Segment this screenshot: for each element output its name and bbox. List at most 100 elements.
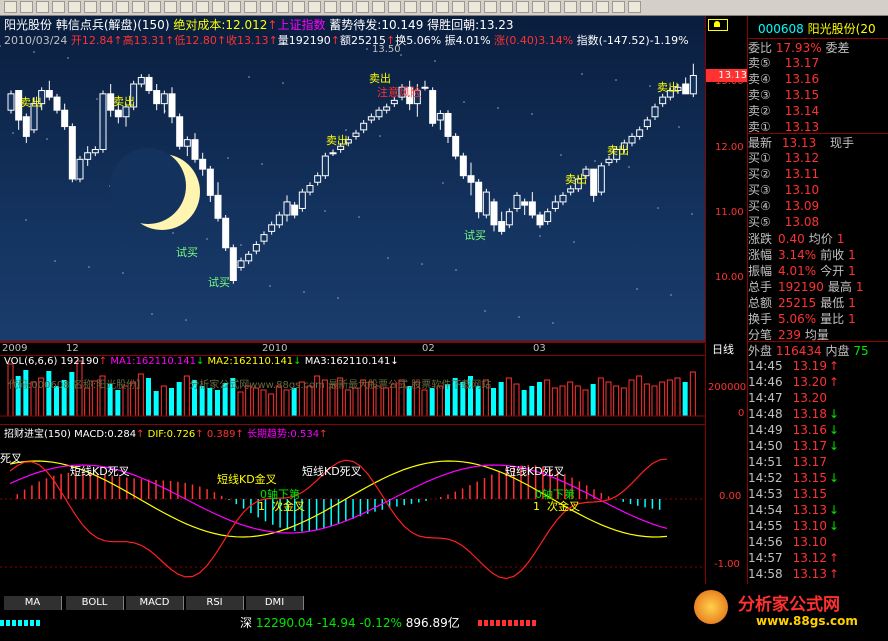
quote-title: 000608 阳光股份(20: [748, 20, 888, 36]
header-line-1: 阳光股份 韩信点兵(解盘)(150) 绝对成本:12.012↑上证指数 蓄势待发…: [4, 16, 514, 33]
toolbar-tool-icon[interactable]: [212, 1, 225, 13]
stat-label-2: 均价: [808, 232, 833, 246]
toolbar-tool-icon[interactable]: [580, 1, 593, 13]
candle-body: [467, 175, 475, 183]
toolbar-tool-icon[interactable]: [516, 1, 529, 13]
toolbar-tool-icon[interactable]: [292, 1, 305, 13]
toolbar-tool-icon[interactable]: [628, 1, 641, 13]
day-line-button[interactable]: 日线: [712, 341, 734, 357]
tick-row: 14:53 13.15: [748, 487, 888, 503]
toolbar-tool-icon[interactable]: [532, 1, 545, 13]
tick-row: 14:58 13.13 ↑: [748, 567, 888, 583]
tick-arrow: ↓: [828, 439, 840, 453]
volume-panel[interactable]: VOL(6,6,6) 192190↑ MA1:162110.141↓ MA2:1…: [0, 355, 705, 424]
toolbar-tool-icon[interactable]: [596, 1, 609, 13]
toolbar-tool-icon[interactable]: [260, 1, 273, 13]
tab-macd[interactable]: MACD: [126, 596, 184, 610]
tab-ma[interactable]: MA: [4, 596, 62, 610]
tick-time: 14:48: [748, 407, 783, 421]
market-label: 深: [240, 616, 253, 630]
toolbar-tool-icon[interactable]: [36, 1, 49, 13]
toolbar-tool-icon[interactable]: [180, 1, 193, 13]
toolbar-tool-icon[interactable]: [468, 1, 481, 13]
candle-body: [61, 109, 69, 128]
toolbar-tool-icon[interactable]: [196, 1, 209, 13]
star-icon: [269, 285, 271, 287]
volume-bar: [613, 385, 620, 417]
toolbar-tool-icon[interactable]: [404, 1, 417, 13]
toolbar-tool-icon[interactable]: [340, 1, 353, 13]
turnover-value: 换5.06%: [395, 34, 442, 47]
tick-price: 13.15: [792, 487, 827, 501]
toolbar-tool-icon[interactable]: [228, 1, 241, 13]
dea-value-arrow: ↑: [235, 429, 244, 440]
toolbar-tool-icon[interactable]: [388, 1, 401, 13]
tick-price: 13.12: [792, 551, 827, 565]
buy-price: 13.11: [784, 167, 820, 181]
wei-bi-row: 委比 17.93% 委差: [748, 38, 888, 55]
buy-label: 买④: [748, 199, 771, 213]
toolbar-tool-icon[interactable]: [276, 1, 289, 13]
toolbar-tool-icon[interactable]: [52, 1, 65, 13]
candle-body: [360, 122, 368, 131]
tick-time: 14:51: [748, 455, 783, 469]
kline-chart[interactable]: 卖出 卖出 卖出 卖出 卖出 卖出 卖出 试买 试买 试买 注意风险 阳光股份 韩信点兵(解盘)(1…: [0, 16, 705, 342]
sell-row: 卖④ 13.16: [748, 70, 888, 86]
toolbar-tool-icon[interactable]: [436, 1, 449, 13]
toolbar-tool-icon[interactable]: [132, 1, 145, 13]
toolbar-tool-icon[interactable]: [100, 1, 113, 13]
toolbar-tool-icon[interactable]: [372, 1, 385, 13]
toolbar-tool-icon[interactable]: [164, 1, 177, 13]
toolbar-tool-icon[interactable]: [452, 1, 465, 13]
stock-name[interactable]: 阳光股份: [4, 18, 52, 32]
star-icon: [518, 316, 520, 318]
toolbar-tool-icon[interactable]: [4, 1, 17, 13]
tick-price: 13.13: [792, 503, 827, 517]
toolbar-tool-icon[interactable]: [356, 1, 369, 13]
tab-boll[interactable]: BOLL: [66, 596, 124, 610]
stat-label-2: 最高: [827, 280, 852, 294]
candle-body: [482, 191, 490, 216]
candle-body: [597, 165, 605, 193]
tab-rsi[interactable]: RSI: [186, 596, 244, 610]
candle-body: [444, 112, 452, 137]
toolbar-tool-icon[interactable]: [68, 1, 81, 13]
toolbar-tool-icon[interactable]: [484, 1, 497, 13]
tick-time: 14:50: [748, 439, 783, 453]
toolbar-tool-icon[interactable]: [500, 1, 513, 13]
toolbar-tool-icon[interactable]: [564, 1, 577, 13]
star-icon: [12, 132, 14, 134]
toolbar-tool-icon[interactable]: [308, 1, 321, 13]
toolbar-tool-icon[interactable]: [420, 1, 433, 13]
kline-canvas[interactable]: 卖出 卖出卖出卖出卖出卖出卖出试买试买试买注意风险: [0, 16, 705, 342]
toolbar-tool-icon[interactable]: [84, 1, 97, 13]
tab-dmi[interactable]: DMI: [246, 596, 304, 610]
candle-body: [567, 188, 575, 193]
axis-bell-icon[interactable]: [708, 19, 728, 31]
sell-signal-label: 卖出: [607, 143, 629, 157]
buy-row: 买⑤ 13.08: [748, 213, 888, 229]
star-icon: [379, 135, 381, 137]
toolbar-tool-icon[interactable]: [148, 1, 161, 13]
candle-body: [153, 90, 161, 105]
watermark-name: 名称:阳光股份】: [72, 380, 147, 391]
macd-canvas: [0, 458, 705, 580]
candle-body: [329, 152, 337, 155]
candle-body: [643, 119, 651, 128]
volume-bar: [597, 377, 604, 417]
star-icon: [531, 113, 533, 115]
toolbar-tool-icon[interactable]: [612, 1, 625, 13]
candle-body: [268, 224, 276, 232]
macd-label-golden: 短线KD金叉: [217, 473, 277, 486]
toolbar-tool-icon[interactable]: [20, 1, 33, 13]
star-icon: [560, 154, 562, 156]
high-arrow: ↑: [165, 34, 175, 47]
macd-panel[interactable]: 招财进宝(150) MACD:0.284↑ DIF:0.726↑ 0.389↑ …: [0, 424, 705, 595]
toolbar-tool-icon[interactable]: [548, 1, 561, 13]
moon-shadow: [110, 148, 186, 224]
toolbar-tool-icon[interactable]: [244, 1, 257, 13]
toolbar-tool-icon[interactable]: [116, 1, 129, 13]
star-icon: [88, 266, 90, 268]
volume-bar: [590, 384, 596, 416]
toolbar-tool-icon[interactable]: [324, 1, 337, 13]
